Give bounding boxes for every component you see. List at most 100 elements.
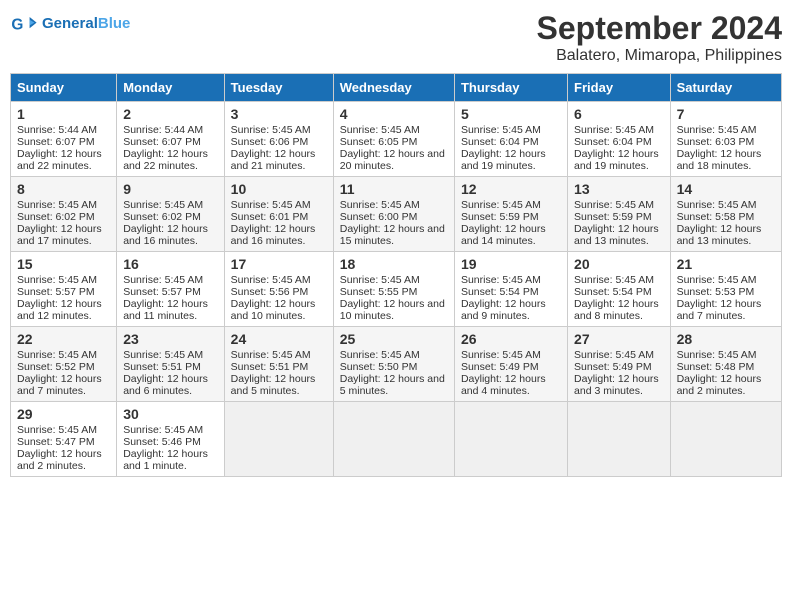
sunrise-text: Sunrise: 5:45 AM [123, 424, 203, 436]
table-row: 14 Sunrise: 5:45 AM Sunset: 5:58 PM Dayl… [670, 177, 781, 252]
logo-general: General [42, 15, 98, 32]
day-number: 10 [231, 181, 327, 197]
day-number: 3 [231, 106, 327, 122]
table-row: 9 Sunrise: 5:45 AM Sunset: 6:02 PM Dayli… [117, 177, 224, 252]
table-row: 15 Sunrise: 5:45 AM Sunset: 5:57 PM Dayl… [11, 252, 117, 327]
sunset-text: Sunset: 6:04 PM [461, 136, 539, 148]
sunset-text: Sunset: 5:55 PM [340, 286, 418, 298]
sunset-text: Sunset: 5:56 PM [231, 286, 309, 298]
logo-icon: G [10, 10, 38, 38]
table-row: 19 Sunrise: 5:45 AM Sunset: 5:54 PM Dayl… [454, 252, 567, 327]
daylight-text: Daylight: 12 hours and 7 minutes. [17, 373, 102, 397]
table-row: 3 Sunrise: 5:45 AM Sunset: 6:06 PM Dayli… [224, 102, 333, 177]
table-row: 21 Sunrise: 5:45 AM Sunset: 5:53 PM Dayl… [670, 252, 781, 327]
day-number: 29 [17, 406, 110, 422]
sunset-text: Sunset: 6:02 PM [17, 211, 95, 223]
daylight-text: Daylight: 12 hours and 4 minutes. [461, 373, 546, 397]
header-wednesday: Wednesday [333, 74, 454, 102]
sunset-text: Sunset: 6:05 PM [340, 136, 418, 148]
day-number: 25 [340, 331, 448, 347]
day-number: 26 [461, 331, 561, 347]
sunset-text: Sunset: 6:06 PM [231, 136, 309, 148]
day-number: 11 [340, 181, 448, 197]
header-tuesday: Tuesday [224, 74, 333, 102]
day-number: 2 [123, 106, 217, 122]
daylight-text: Daylight: 12 hours and 12 minutes. [17, 298, 102, 322]
daylight-text: Daylight: 12 hours and 10 minutes. [340, 298, 445, 322]
day-number: 18 [340, 256, 448, 272]
sunrise-text: Sunrise: 5:45 AM [340, 274, 420, 286]
sunrise-text: Sunrise: 5:45 AM [461, 124, 541, 136]
sunset-text: Sunset: 5:52 PM [17, 361, 95, 373]
sunrise-text: Sunrise: 5:45 AM [340, 349, 420, 361]
sunset-text: Sunset: 5:57 PM [123, 286, 201, 298]
sunrise-text: Sunrise: 5:45 AM [574, 124, 654, 136]
sunset-text: Sunset: 5:47 PM [17, 436, 95, 448]
sunrise-text: Sunrise: 5:45 AM [231, 274, 311, 286]
day-number: 14 [677, 181, 775, 197]
calendar-table: Sunday Monday Tuesday Wednesday Thursday… [10, 73, 782, 477]
sunset-text: Sunset: 6:00 PM [340, 211, 418, 223]
sunset-text: Sunset: 5:58 PM [677, 211, 755, 223]
header-sunday: Sunday [11, 74, 117, 102]
daylight-text: Daylight: 12 hours and 3 minutes. [574, 373, 659, 397]
daylight-text: Daylight: 12 hours and 5 minutes. [340, 373, 445, 397]
table-row [333, 402, 454, 477]
day-number: 22 [17, 331, 110, 347]
sunrise-text: Sunrise: 5:45 AM [340, 124, 420, 136]
sunrise-text: Sunrise: 5:45 AM [17, 424, 97, 436]
sunrise-text: Sunrise: 5:45 AM [574, 199, 654, 211]
sunrise-text: Sunrise: 5:45 AM [677, 199, 757, 211]
calendar-header: Sunday Monday Tuesday Wednesday Thursday… [11, 74, 782, 102]
day-number: 28 [677, 331, 775, 347]
daylight-text: Daylight: 12 hours and 21 minutes. [231, 148, 316, 172]
sunset-text: Sunset: 5:49 PM [461, 361, 539, 373]
sunrise-text: Sunrise: 5:45 AM [461, 199, 541, 211]
daylight-text: Daylight: 12 hours and 13 minutes. [574, 223, 659, 247]
day-number: 17 [231, 256, 327, 272]
day-number: 16 [123, 256, 217, 272]
table-row: 5 Sunrise: 5:45 AM Sunset: 6:04 PM Dayli… [454, 102, 567, 177]
sunset-text: Sunset: 6:04 PM [574, 136, 652, 148]
daylight-text: Daylight: 12 hours and 19 minutes. [461, 148, 546, 172]
page-header: G GeneralBlue September 2024 Balatero, M… [10, 10, 782, 65]
sunset-text: Sunset: 5:48 PM [677, 361, 755, 373]
table-row: 24 Sunrise: 5:45 AM Sunset: 5:51 PM Dayl… [224, 327, 333, 402]
daylight-text: Daylight: 12 hours and 15 minutes. [340, 223, 445, 247]
table-row [224, 402, 333, 477]
sunset-text: Sunset: 5:51 PM [231, 361, 309, 373]
day-number: 27 [574, 331, 664, 347]
table-row: 12 Sunrise: 5:45 AM Sunset: 5:59 PM Dayl… [454, 177, 567, 252]
daylight-text: Daylight: 12 hours and 13 minutes. [677, 223, 762, 247]
sunrise-text: Sunrise: 5:45 AM [574, 274, 654, 286]
daylight-text: Daylight: 12 hours and 9 minutes. [461, 298, 546, 322]
header-thursday: Thursday [454, 74, 567, 102]
daylight-text: Daylight: 12 hours and 1 minute. [123, 448, 208, 472]
sunset-text: Sunset: 6:03 PM [677, 136, 755, 148]
table-row: 11 Sunrise: 5:45 AM Sunset: 6:00 PM Dayl… [333, 177, 454, 252]
table-row: 1 Sunrise: 5:44 AM Sunset: 6:07 PM Dayli… [11, 102, 117, 177]
daylight-text: Daylight: 12 hours and 22 minutes. [17, 148, 102, 172]
sunrise-text: Sunrise: 5:45 AM [123, 199, 203, 211]
sunrise-text: Sunrise: 5:45 AM [123, 349, 203, 361]
table-row: 7 Sunrise: 5:45 AM Sunset: 6:03 PM Dayli… [670, 102, 781, 177]
daylight-text: Daylight: 12 hours and 16 minutes. [123, 223, 208, 247]
day-number: 30 [123, 406, 217, 422]
header-monday: Monday [117, 74, 224, 102]
daylight-text: Daylight: 12 hours and 7 minutes. [677, 298, 762, 322]
table-row: 20 Sunrise: 5:45 AM Sunset: 5:54 PM Dayl… [568, 252, 671, 327]
sunset-text: Sunset: 5:59 PM [461, 211, 539, 223]
sunrise-text: Sunrise: 5:45 AM [461, 349, 541, 361]
day-number: 1 [17, 106, 110, 122]
sunset-text: Sunset: 5:51 PM [123, 361, 201, 373]
table-row: 10 Sunrise: 5:45 AM Sunset: 6:01 PM Dayl… [224, 177, 333, 252]
logo: G GeneralBlue [10, 10, 130, 38]
table-row: 23 Sunrise: 5:45 AM Sunset: 5:51 PM Dayl… [117, 327, 224, 402]
daylight-text: Daylight: 12 hours and 8 minutes. [574, 298, 659, 322]
day-number: 5 [461, 106, 561, 122]
logo-blue: Blue [98, 15, 131, 32]
page-title: September 2024 [537, 10, 782, 47]
sunset-text: Sunset: 5:59 PM [574, 211, 652, 223]
daylight-text: Daylight: 12 hours and 17 minutes. [17, 223, 102, 247]
daylight-text: Daylight: 12 hours and 20 minutes. [340, 148, 445, 172]
